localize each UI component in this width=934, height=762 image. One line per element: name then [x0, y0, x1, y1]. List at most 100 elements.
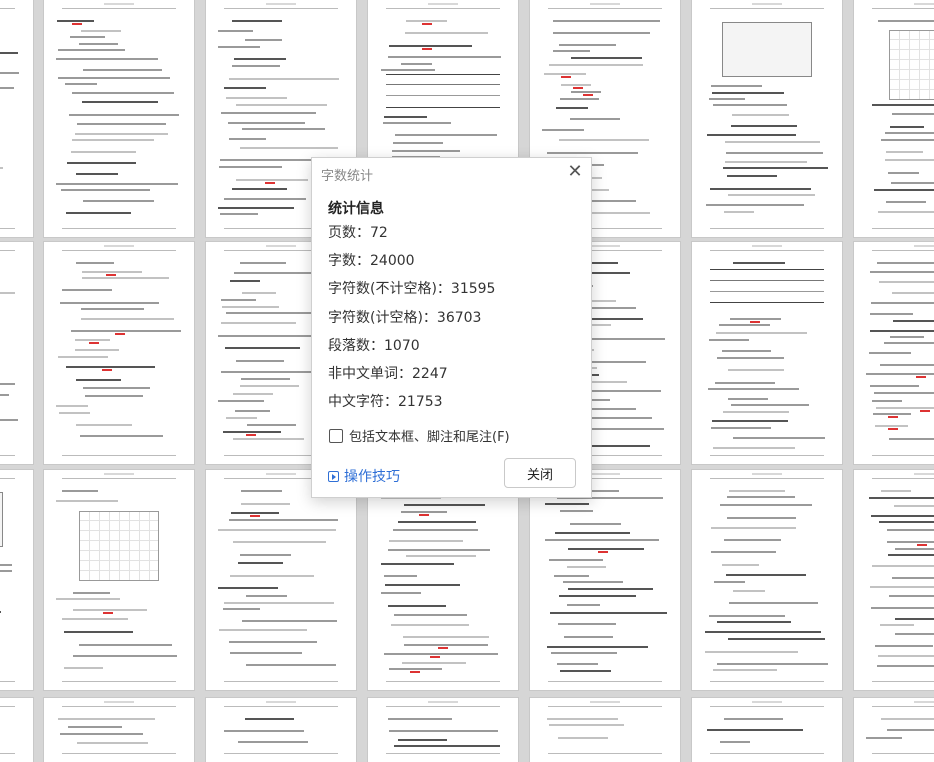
spellcheck-mark	[916, 376, 926, 378]
text-line	[545, 503, 589, 505]
text-line	[218, 529, 336, 531]
text-line	[892, 292, 934, 294]
text-line	[542, 129, 584, 131]
text-line	[560, 510, 593, 512]
text-line	[0, 570, 12, 572]
text-line	[895, 548, 934, 550]
text-line	[218, 30, 253, 32]
text-line	[242, 620, 337, 622]
text-line	[727, 496, 795, 498]
text-line	[887, 729, 934, 731]
text-line	[724, 539, 781, 541]
text-line	[733, 437, 825, 439]
text-line	[0, 383, 15, 385]
page-footer-rule	[386, 753, 500, 754]
text-line	[870, 271, 934, 273]
page-footer-rule	[710, 681, 824, 682]
text-line	[381, 592, 421, 594]
page-thumbnail	[854, 0, 934, 237]
page-header-rule	[548, 8, 662, 9]
spellcheck-mark	[917, 544, 928, 546]
include-textbox-checkbox[interactable]	[329, 428, 343, 443]
text-line	[709, 98, 745, 100]
text-line	[236, 360, 284, 362]
text-line	[870, 330, 934, 332]
text-line	[872, 565, 934, 567]
text-line	[560, 670, 611, 672]
text-line	[388, 718, 452, 720]
text-line	[878, 211, 934, 213]
text-line	[713, 104, 787, 106]
stat-chars-no-space: 字符数(不计空格)：31595	[328, 281, 496, 297]
include-textbox-label: 包括文本框、脚注和尾注(F)	[349, 430, 510, 445]
text-line	[866, 373, 934, 375]
text-line	[707, 134, 796, 136]
text-line	[218, 587, 278, 589]
spellcheck-mark	[115, 333, 125, 335]
text-line	[388, 605, 446, 607]
page-footer-rule	[62, 455, 176, 456]
page-thumbnail	[44, 242, 194, 464]
text-line	[866, 737, 902, 739]
text-line	[81, 318, 174, 320]
text-line	[0, 87, 14, 89]
close-button[interactable]: 关闭	[504, 458, 576, 488]
text-line	[226, 417, 257, 419]
page-header-rule	[266, 701, 296, 703]
page-header-rule	[872, 478, 934, 479]
page-table	[386, 73, 500, 108]
text-line	[240, 385, 299, 387]
text-line	[0, 167, 3, 169]
text-line	[892, 577, 934, 579]
text-line	[880, 624, 914, 626]
page-header-rule	[104, 701, 134, 703]
page-header-rule	[428, 3, 458, 5]
page-header-rule	[590, 473, 620, 475]
text-line	[230, 652, 302, 654]
text-line	[870, 586, 934, 588]
text-line	[0, 564, 12, 566]
text-line	[727, 175, 777, 177]
text-line	[705, 631, 821, 633]
text-line	[871, 515, 934, 517]
text-line	[71, 151, 136, 153]
text-line	[875, 425, 908, 427]
text-line	[222, 306, 279, 308]
spellcheck-mark	[750, 321, 761, 323]
text-line	[0, 394, 9, 396]
page-thumbnail	[44, 470, 194, 690]
text-line	[872, 104, 934, 106]
text-line	[870, 385, 919, 387]
tips-link[interactable]: 操作技巧	[328, 466, 400, 486]
text-line	[401, 63, 432, 65]
text-line	[229, 78, 339, 80]
text-line	[389, 730, 498, 732]
text-line	[232, 20, 282, 22]
include-textbox-option[interactable]: 包括文本框、脚注和尾注(F)	[329, 426, 510, 445]
text-line	[68, 726, 122, 728]
text-line	[549, 724, 624, 726]
text-line	[729, 490, 785, 492]
text-line	[706, 204, 804, 206]
text-line	[724, 211, 754, 213]
text-line	[233, 393, 273, 395]
text-line	[726, 574, 806, 576]
text-line	[76, 379, 121, 381]
page-header-rule	[386, 8, 500, 9]
text-line	[560, 98, 599, 100]
text-line	[230, 280, 260, 282]
text-line	[72, 92, 174, 94]
dialog-title: 字数统计	[321, 169, 374, 184]
text-line	[76, 262, 114, 264]
text-line	[226, 97, 287, 99]
text-line	[225, 347, 300, 349]
close-icon[interactable]: ✕	[564, 162, 586, 184]
text-line	[558, 737, 608, 739]
text-line	[85, 395, 143, 397]
text-line	[80, 435, 163, 437]
text-line	[218, 400, 264, 402]
text-line	[708, 388, 799, 390]
page-figure	[889, 29, 934, 100]
page-thumbnail	[0, 698, 33, 762]
page-header-rule	[914, 701, 934, 703]
